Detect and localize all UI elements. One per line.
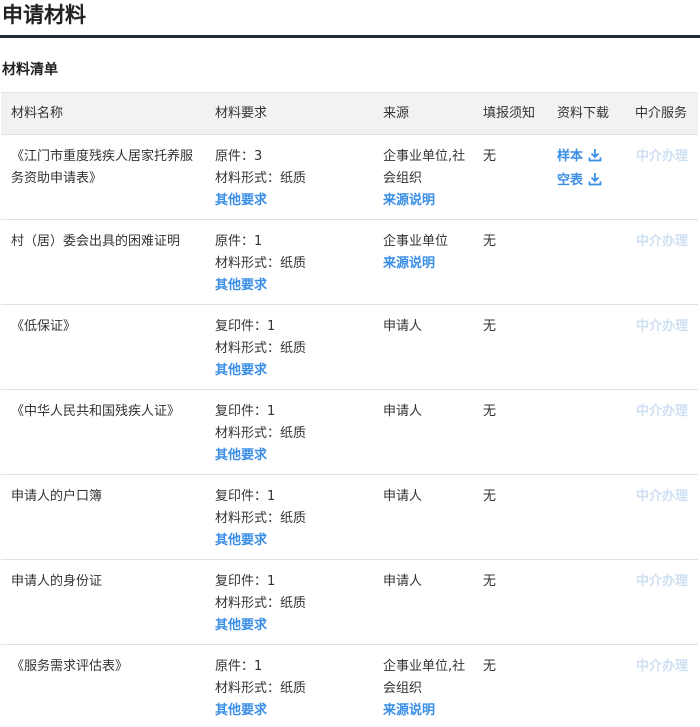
material-count: 原件：1 — [215, 234, 263, 249]
fill-notes: 无 — [483, 234, 497, 249]
table-row: 《低保证》 复印件：1 材料形式：纸质其他要求 申请人 无 中介办理 — [1, 305, 698, 390]
material-name: 申请人的身份证 — [11, 574, 103, 589]
material-form: 材料形式：纸质 — [215, 256, 307, 271]
fill-notes: 无 — [483, 659, 497, 674]
table-row: 村（居）委会出具的困难证明 原件：1 材料形式：纸质 其他要求 企事业单位 来源说明无中介… — [1, 220, 698, 305]
download-icon[interactable] — [588, 148, 602, 170]
material-source: 企事业单位 来源说明 — [383, 231, 473, 275]
column-header-requirements: 材料要求 — [215, 106, 268, 121]
agent-service-button[interactable]: 中介办理 — [636, 571, 696, 593]
source-explanation-link[interactable]: 来源说明 — [383, 190, 473, 212]
table-body: 《江门市重度残疾人居家托养服务资助申请表》 原件：3 材料形式：纸质 其他要求 企事业单… — [1, 135, 698, 727]
source-text: 申请人 — [383, 574, 423, 589]
source-text: 企事业单位 — [383, 234, 449, 249]
section-title: 材料清单 — [2, 62, 58, 78]
source-text: 企事业单位,社会组织 — [383, 659, 466, 696]
agent-service-button[interactable]: 中介办理 — [636, 486, 696, 508]
column-header-source: 来源 — [383, 106, 410, 121]
material-requirements: 原件：1 材料形式：纸质其他要求 — [215, 656, 365, 722]
source-explanation-link[interactable]: 来源说明 — [383, 700, 473, 722]
material-count: 复印件：1 — [215, 404, 276, 419]
other-requirements-link[interactable]: 其他要求 — [215, 445, 365, 467]
table-row: 《服务需求评估表》 原件：1 材料形式：纸质 其他要求 企事业单位,社会组织 来源说明无中… — [1, 645, 698, 727]
other-requirements-link[interactable]: 其他要求 — [215, 190, 365, 212]
other-requirements-link[interactable]: 其他要求 — [215, 615, 365, 637]
material-name: 《服务需求评估表》 — [11, 659, 129, 674]
material-name: 《江门市重度残疾人居家托养服务资助申请表》 — [11, 149, 194, 186]
material-form: 材料形式：纸质 — [215, 596, 307, 611]
agent-service-button[interactable]: 中介办理 — [636, 231, 696, 253]
table-header: 材料名称 材料要求 来源 填报须知 资料下载 中介服务 — [1, 93, 698, 135]
source-text: 申请人 — [383, 489, 423, 504]
materials-table: 材料名称 材料要求 来源 填报须知 资料下载 中介服务 《江门市重度残疾人居家托… — [1, 92, 698, 727]
fill-notes: 无 — [483, 489, 497, 504]
material-source: 申请人 — [383, 316, 473, 338]
column-header-downloads: 资料下载 — [557, 106, 610, 121]
download-label[interactable]: 样本 — [557, 149, 583, 164]
material-name: 《中华人民共和国残疾人证》 — [11, 404, 181, 419]
download-link[interactable]: 样本 — [557, 146, 617, 170]
material-requirements: 复印件：1 材料形式：纸质其他要求 — [215, 316, 365, 382]
source-explanation-link[interactable]: 来源说明 — [383, 253, 473, 275]
material-count: 复印件：1 — [215, 489, 276, 504]
material-requirements: 原件：1 材料形式：纸质其他要求 — [215, 231, 365, 297]
material-count: 原件：1 — [215, 659, 263, 674]
downloads: 样本 空表 — [557, 146, 617, 194]
column-header-name: 材料名称 — [11, 106, 64, 121]
other-requirements-link[interactable]: 其他要求 — [215, 700, 365, 722]
source-text: 企事业单位,社会组织 — [383, 149, 466, 186]
download-label[interactable]: 空表 — [557, 173, 583, 188]
material-form: 材料形式：纸质 — [215, 511, 307, 526]
material-requirements: 复印件：1 材料形式：纸质其他要求 — [215, 571, 365, 637]
material-source: 企事业单位,社会组织来源说明 — [383, 656, 473, 722]
table-row: 《江门市重度残疾人居家托养服务资助申请表》 原件：3 材料形式：纸质其他要求 企事业单… — [1, 135, 698, 220]
materials-page: 申请材料 材料清单 材料名称 材料要求 来源 填报须知 资料下载 中介服务 《江… — [0, 0, 700, 727]
source-text: 申请人 — [383, 319, 423, 334]
download-icon[interactable] — [588, 172, 602, 194]
agent-service-button[interactable]: 中介办理 — [636, 401, 696, 423]
source-text: 申请人 — [383, 404, 423, 419]
material-name: 申请人的户口簿 — [11, 489, 103, 504]
material-source: 申请人 — [383, 401, 473, 423]
fill-notes: 无 — [483, 404, 497, 419]
download-link[interactable]: 空表 — [557, 170, 617, 194]
material-requirements: 复印件：1 材料形式：纸质其他要求 — [215, 401, 365, 467]
material-source: 企事业单位,社会组织来源说明 — [383, 146, 473, 212]
material-requirements: 原件：3 材料形式：纸质其他要求 — [215, 146, 365, 212]
fill-notes: 无 — [483, 149, 497, 164]
material-form: 材料形式：纸质 — [215, 426, 307, 441]
table-row: 申请人的身份证 复印件：1 材料形式：纸质其他要求 申请人 无 中介办理 — [1, 560, 698, 645]
material-source: 申请人 — [383, 571, 473, 593]
column-header-fill-notes: 填报须知 — [483, 106, 536, 121]
fill-notes: 无 — [483, 319, 497, 334]
agent-service-button[interactable]: 中介办理 — [636, 656, 696, 678]
column-header-agent-service: 中介服务 — [635, 106, 688, 121]
fill-notes: 无 — [483, 574, 497, 589]
material-form: 材料形式：纸质 — [215, 171, 307, 186]
table-row: 《中华人民共和国残疾人证》 复印件：1 材料形式：纸质其他要求 申请人 无 中介办理 — [1, 390, 698, 475]
material-form: 材料形式：纸质 — [215, 341, 307, 356]
material-count: 复印件：1 — [215, 319, 276, 334]
page-title: 申请材料 — [0, 0, 700, 38]
material-source: 申请人 — [383, 486, 473, 508]
agent-service-button[interactable]: 中介办理 — [636, 316, 696, 338]
material-form: 材料形式：纸质 — [215, 681, 307, 696]
table-row: 申请人的户口簿 复印件：1 材料形式：纸质其他要求 申请人 无 中介办理 — [1, 475, 698, 560]
material-requirements: 复印件：1 材料形式：纸质其他要求 — [215, 486, 365, 552]
other-requirements-link[interactable]: 其他要求 — [215, 275, 365, 297]
other-requirements-link[interactable]: 其他要求 — [215, 360, 365, 382]
material-count: 原件：3 — [215, 149, 263, 164]
agent-service-button[interactable]: 中介办理 — [636, 146, 696, 168]
other-requirements-link[interactable]: 其他要求 — [215, 530, 365, 552]
material-count: 复印件：1 — [215, 574, 276, 589]
material-name: 村（居）委会出具的困难证明 — [11, 234, 181, 249]
material-name: 《低保证》 — [11, 319, 77, 334]
